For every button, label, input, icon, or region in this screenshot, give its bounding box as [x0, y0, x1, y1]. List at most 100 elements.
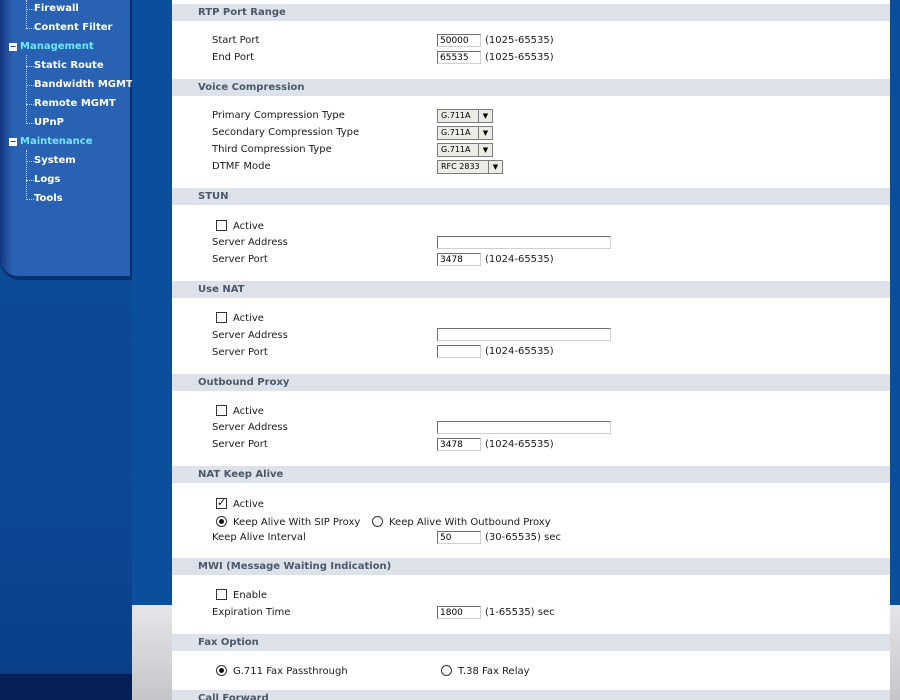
fax-g711-radio[interactable]	[216, 665, 227, 676]
nat-server-port-label: Server Port	[212, 347, 268, 358]
third-compression-label: Third Compression Type	[212, 144, 332, 155]
tree-connector	[26, 199, 34, 200]
proxy-active-checkbox[interactable]	[216, 405, 227, 416]
nat-server-address-label: Server Address	[212, 330, 288, 341]
nav-item-firewall[interactable]: Firewall	[34, 1, 79, 17]
proxy-server-port-input[interactable]	[437, 438, 481, 451]
keepalive-outbound-proxy-radio[interactable]	[372, 516, 383, 527]
nat-server-address-input[interactable]	[437, 328, 611, 341]
tree-connector	[26, 104, 34, 105]
mwi-expiration-label: Expiration Time	[212, 607, 291, 618]
section-nat-keep-alive: NAT Keep Alive	[172, 466, 890, 483]
mwi-enable-checkbox[interactable]	[216, 589, 227, 600]
tree-connector	[26, 66, 34, 67]
section-mwi: MWI (Message Waiting Indication)	[172, 558, 890, 575]
nav-item-upnp[interactable]: UPnP	[34, 115, 64, 131]
end-port-label: End Port	[212, 52, 255, 63]
nav-item-logs[interactable]: Logs	[34, 172, 60, 188]
keepalive-outbound-proxy-label: Keep Alive With Outbound Proxy	[389, 517, 551, 528]
tree-connector	[26, 180, 34, 181]
select-value: RFC 2833	[441, 162, 480, 171]
keepalive-interval-label: Keep Alive Interval	[212, 532, 306, 543]
collapse-icon[interactable]: −	[9, 138, 17, 146]
select-value: G.711A	[441, 128, 471, 137]
keepalive-sip-proxy-radio[interactable]	[216, 516, 227, 527]
stun-server-address-label: Server Address	[212, 237, 288, 248]
proxy-server-address-input[interactable]	[437, 421, 611, 434]
third-compression-select[interactable]: G.711A ▼	[437, 143, 493, 157]
dtmf-mode-label: DTMF Mode	[212, 161, 271, 172]
stun-server-port-range: (1024-65535)	[485, 254, 554, 265]
nav-bottom-band	[0, 674, 132, 700]
end-port-input[interactable]	[437, 51, 481, 64]
nav-group-label: Management	[20, 41, 94, 52]
nav-item-static-route[interactable]: Static Route	[34, 58, 104, 74]
dropdown-arrow-icon[interactable]: ▼	[478, 127, 492, 139]
section-fax-option: Fax Option	[172, 634, 890, 651]
keepalive-interval-range: (30-65535) sec	[485, 532, 561, 543]
section-outbound-proxy: Outbound Proxy	[172, 374, 890, 391]
dtmf-mode-select[interactable]: RFC 2833 ▼	[437, 160, 503, 174]
dropdown-arrow-icon[interactable]: ▼	[478, 110, 492, 122]
dropdown-arrow-icon[interactable]: ▼	[478, 144, 492, 156]
nav-background-lower	[0, 250, 132, 700]
sip-settings-form: RTP Port Range Start Port (1025-65535) E…	[172, 0, 890, 700]
nav-item-tools[interactable]: Tools	[34, 191, 63, 207]
primary-compression-label: Primary Compression Type	[212, 110, 345, 121]
mwi-expiration-input[interactable]	[437, 606, 481, 619]
proxy-active-label: Active	[233, 406, 264, 417]
stun-active-label: Active	[233, 221, 264, 232]
tree-connector	[26, 161, 34, 162]
proxy-server-port-label: Server Port	[212, 439, 268, 450]
sidebar-nav: Firewall Content Filter − Management Stat…	[0, 0, 132, 700]
nav-group-management[interactable]: − Management	[9, 39, 94, 55]
main-area: RTP Port Range Start Port (1025-65535) E…	[132, 0, 900, 700]
keepalive-active-label: Active	[233, 499, 264, 510]
nav-item-content-filter[interactable]: Content Filter	[34, 20, 112, 36]
select-value: G.711A	[441, 145, 471, 154]
dropdown-arrow-icon[interactable]: ▼	[488, 161, 502, 173]
tree-connector	[26, 85, 34, 86]
fax-t38-radio[interactable]	[441, 665, 452, 676]
section-voice-compression: Voice Compression	[172, 79, 890, 96]
fax-t38-label: T.38 Fax Relay	[458, 666, 530, 677]
nat-active-label: Active	[233, 313, 264, 324]
stun-active-checkbox[interactable]	[216, 220, 227, 231]
mwi-expiration-range: (1-65535) sec	[485, 607, 555, 618]
tree-connector	[26, 9, 34, 10]
nat-server-port-input[interactable]	[437, 345, 481, 358]
section-call-forward: Call Forward	[172, 690, 890, 700]
tree-connector	[26, 123, 34, 124]
section-use-nat: Use NAT	[172, 281, 890, 298]
mwi-enable-label: Enable	[233, 590, 268, 601]
nat-active-checkbox[interactable]	[216, 312, 227, 323]
nat-server-port-range: (1024-65535)	[485, 346, 554, 357]
tree-connector	[26, 28, 34, 29]
start-port-label: Start Port	[212, 35, 260, 46]
secondary-compression-label: Secondary Compression Type	[212, 127, 360, 138]
keepalive-active-checkbox[interactable]	[216, 496, 227, 509]
start-port-input[interactable]	[437, 34, 481, 47]
primary-compression-select[interactable]: G.711A ▼	[437, 109, 493, 123]
proxy-server-address-label: Server Address	[212, 422, 288, 433]
secondary-compression-select[interactable]: G.711A ▼	[437, 126, 493, 140]
select-value: G.711A	[441, 111, 471, 120]
end-port-range: (1025-65535)	[485, 52, 554, 63]
fax-g711-label: G.711 Fax Passthrough	[233, 666, 348, 677]
nav-item-bandwidth-mgmt[interactable]: Bandwidth MGMT	[34, 77, 132, 93]
collapse-icon[interactable]: −	[9, 43, 17, 51]
keepalive-interval-input[interactable]	[437, 531, 481, 544]
tree-connector	[26, 150, 27, 200]
stun-server-port-input[interactable]	[437, 253, 481, 266]
section-stun: STUN	[172, 188, 890, 205]
proxy-server-port-range: (1024-65535)	[485, 439, 554, 450]
nav-group-maintenance[interactable]: − Maintenance	[9, 134, 93, 150]
tree-connector	[26, 0, 27, 28]
nav-item-system[interactable]: System	[34, 153, 76, 169]
nav-item-remote-mgmt[interactable]: Remote MGMT	[34, 96, 116, 112]
keepalive-sip-proxy-label: Keep Alive With SIP Proxy	[233, 517, 361, 528]
stun-server-port-label: Server Port	[212, 254, 268, 265]
stun-server-address-input[interactable]	[437, 236, 611, 249]
start-port-range: (1025-65535)	[485, 35, 554, 46]
section-rtp-port-range: RTP Port Range	[172, 4, 890, 21]
